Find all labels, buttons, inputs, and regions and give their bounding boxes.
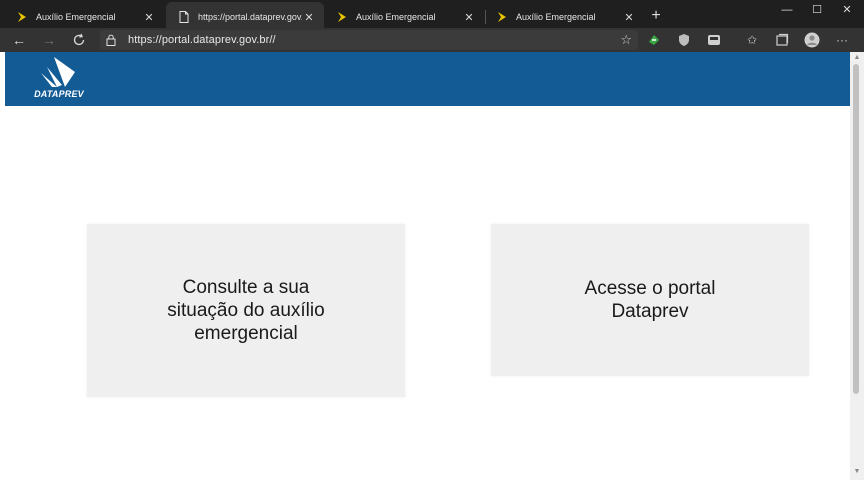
close-tab-icon[interactable]: ✕: [622, 11, 636, 24]
close-tab-icon[interactable]: ✕: [142, 11, 156, 24]
tab-title: Auxílio Emergencial: [36, 12, 116, 22]
auxilio-favicon-icon: [336, 11, 348, 23]
lock-icon[interactable]: [106, 34, 120, 46]
shield-icon[interactable]: [676, 32, 692, 48]
favorites-icon[interactable]: ✩: [744, 32, 760, 48]
consultar-auxilio-card[interactable]: Consulte a sua situação do auxílio emerg…: [87, 224, 405, 397]
scroll-down-icon[interactable]: ▼: [852, 468, 862, 476]
auxilio-favicon-icon: [16, 11, 28, 23]
close-window-icon[interactable]: ✕: [832, 0, 862, 20]
minimize-icon[interactable]: —: [772, 0, 802, 20]
card-label: Acesse o portal Dataprev: [584, 278, 716, 322]
browser-toolbar: ← → https://portal.dataprev.gov.br// ☆ ✩…: [0, 28, 864, 52]
reader-extension-icon[interactable]: [706, 32, 722, 48]
site-header: DATAPREV: [5, 52, 850, 106]
collections-icon[interactable]: [774, 32, 790, 48]
vertical-scrollbar[interactable]: ▲ ▼: [850, 52, 864, 480]
dataprev-logo-icon: [41, 57, 75, 87]
portal-dataprev-card[interactable]: Acesse o portal Dataprev: [491, 224, 809, 376]
dataprev-logo[interactable]: DATAPREV: [27, 56, 91, 102]
maximize-icon[interactable]: ☐: [802, 0, 832, 20]
address-text: https://portal.dataprev.gov.br//: [128, 34, 276, 46]
new-tab-button[interactable]: +: [646, 6, 666, 26]
scroll-up-icon[interactable]: ▲: [852, 54, 862, 62]
profile-avatar-icon[interactable]: [804, 32, 820, 48]
close-tab-icon[interactable]: ✕: [302, 11, 316, 24]
extension-green-icon[interactable]: [646, 32, 662, 48]
card-label: Consulte a sua situação do auxílio emerg…: [167, 277, 325, 344]
auxilio-favicon-icon: [496, 11, 508, 23]
page-icon: [178, 11, 190, 23]
address-bar[interactable]: https://portal.dataprev.gov.br// ☆: [100, 30, 638, 50]
back-icon[interactable]: ←: [8, 30, 30, 50]
tab-title: Auxílio Emergencial: [356, 12, 436, 22]
refresh-icon[interactable]: [68, 30, 90, 50]
more-options-icon[interactable]: ···: [834, 32, 850, 48]
logo-text: DATAPREV: [34, 89, 84, 99]
tab-title: https://portal.dataprev.gov.br//: [198, 12, 302, 22]
tab-title: Auxílio Emergencial: [516, 12, 596, 22]
page-content: DATAPREV Consulte a sua situação do auxí…: [5, 52, 850, 480]
forward-icon[interactable]: →: [38, 30, 60, 50]
close-tab-icon[interactable]: ✕: [462, 11, 476, 24]
scrollbar-thumb[interactable]: [853, 64, 859, 394]
favorite-star-icon[interactable]: ☆: [620, 30, 632, 50]
